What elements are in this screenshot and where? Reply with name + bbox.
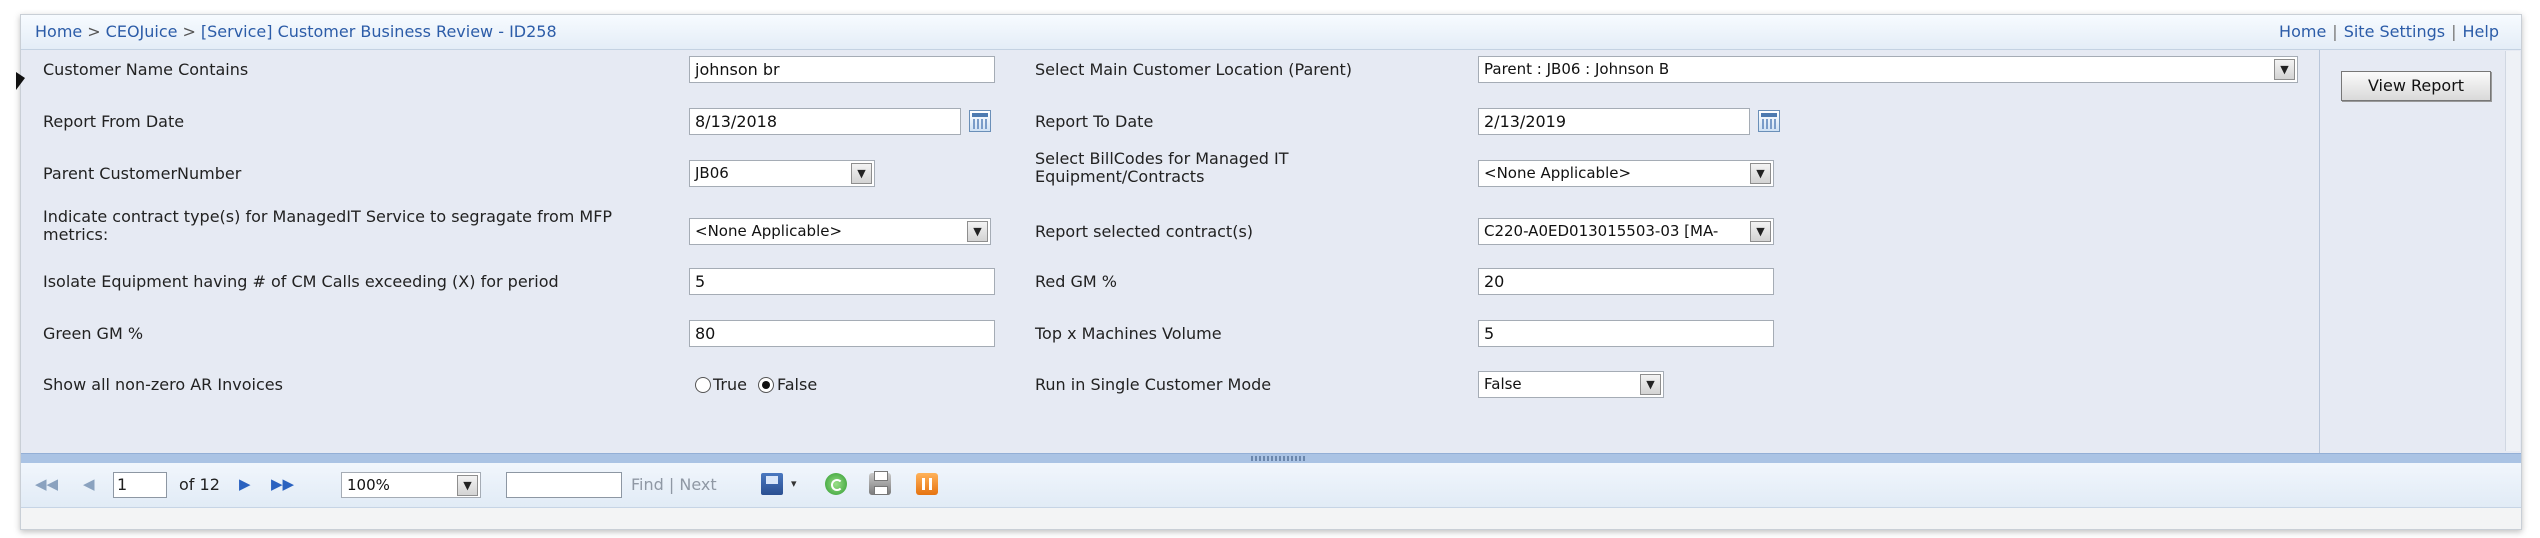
ar-invoices-true-radio[interactable] <box>695 377 711 393</box>
top-links: Home | Site Settings | Help <box>2279 22 2499 41</box>
contract-type-label: Indicate contract type(s) for ManagedIT … <box>43 208 663 244</box>
parent-customer-label: Parent CustomerNumber <box>43 164 242 183</box>
contract-type-value: <None Applicable> <box>695 222 843 240</box>
vertical-scrollbar[interactable] <box>2505 51 2520 451</box>
splitter-grip[interactable] <box>1251 456 1307 461</box>
green-gm-label: Green GM % <box>43 324 144 343</box>
billcodes-label-line2: Equipment/Contracts <box>1035 167 1205 186</box>
chevron-down-icon[interactable]: ▼ <box>1640 374 1661 395</box>
breadcrumb-separator: > <box>87 22 101 41</box>
billcodes-label: Select BillCodes for Managed IT Equipmen… <box>1035 150 1335 186</box>
ar-invoices-label: Show all non-zero AR Invoices <box>43 375 283 394</box>
ar-invoices-false-radio[interactable] <box>758 377 774 393</box>
view-report-button[interactable]: View Report <box>2341 71 2491 101</box>
billcodes-select[interactable]: <None Applicable> ▼ <box>1478 160 1774 187</box>
zoom-select[interactable]: 100% ▼ <box>341 472 481 498</box>
parent-customer-select[interactable]: JB06 ▼ <box>689 160 875 187</box>
help-link[interactable]: Help <box>2463 22 2499 41</box>
find-separator: | <box>668 475 675 494</box>
breadcrumb-page-link[interactable]: [Service] Customer Business Review - ID2… <box>201 22 557 41</box>
single-customer-label: Run in Single Customer Mode <box>1035 375 1272 394</box>
from-date-label: Report From Date <box>43 112 185 131</box>
last-page-button[interactable]: ▶▶ <box>271 475 294 493</box>
ar-invoices-true-label[interactable]: True <box>713 375 747 394</box>
report-toolbar: ◀◀ ◀ 1 of 12 ▶ ▶▶ 100% ▼ Find | Next ▾ <box>21 463 2521 508</box>
page-number-input[interactable]: 1 <box>113 472 167 498</box>
home-link[interactable]: Home <box>2279 22 2326 41</box>
selected-contracts-select[interactable]: C220-A0ED013015503-03 [MA- ▼ <box>1478 218 1774 245</box>
main-location-value: Parent : JB06 : Johnson B <box>1484 60 1670 78</box>
breadcrumb-bar: Home > CEOJuice > [Service] Customer Busines… <box>21 15 2521 50</box>
report-viewer-window: Home > CEOJuice > [Service] Customer Busines… <box>20 14 2522 530</box>
top-x-input[interactable]: 5 <box>1478 320 1774 347</box>
chevron-down-icon[interactable]: ▼ <box>457 475 478 496</box>
top-x-label: Top x Machines Volume <box>1035 324 1222 343</box>
site-settings-link[interactable]: Site Settings <box>2344 22 2445 41</box>
breadcrumb-home-link[interactable]: Home <box>35 22 82 41</box>
selected-contracts-label: Report selected contract(s) <box>1035 222 1254 241</box>
customer-name-input[interactable]: johnson br <box>689 56 995 83</box>
billcodes-value: <None Applicable> <box>1484 164 1632 182</box>
red-gm-label: Red GM % <box>1035 272 1117 291</box>
isolate-equipment-label: Isolate Equipment having # of CM Calls e… <box>43 272 559 291</box>
chevron-down-icon[interactable]: ▼ <box>2274 59 2295 80</box>
next-link[interactable]: Next <box>679 475 716 494</box>
next-page-button[interactable]: ▶ <box>239 475 251 493</box>
green-gm-input[interactable]: 80 <box>689 320 995 347</box>
single-customer-value: False <box>1484 375 1522 393</box>
zoom-value: 100% <box>347 476 390 494</box>
find-link[interactable]: Find <box>631 475 664 494</box>
red-gm-input[interactable]: 20 <box>1478 268 1774 295</box>
customer-name-label: Customer Name Contains <box>43 60 249 79</box>
toplinks-separator: | <box>2332 22 2338 41</box>
toplinks-separator: | <box>2451 22 2457 41</box>
export-icon[interactable] <box>761 473 783 495</box>
contract-type-label-line2: metrics: <box>43 225 109 244</box>
main-location-label: Select Main Customer Location (Parent) <box>1035 60 1352 79</box>
contract-type-select[interactable]: <None Applicable> ▼ <box>689 218 991 245</box>
selected-contracts-value: C220-A0ED013015503-03 [MA- <box>1484 222 1719 240</box>
chevron-down-icon[interactable]: ▼ <box>851 163 872 184</box>
export-dropdown-icon[interactable]: ▾ <box>791 477 797 490</box>
breadcrumb-separator: > <box>182 22 196 41</box>
breadcrumb-site-link[interactable]: CEOJuice <box>106 22 178 41</box>
from-date-input[interactable]: 8/13/2018 <box>689 108 961 135</box>
calendar-icon[interactable] <box>1758 110 1780 132</box>
to-date-input[interactable]: 2/13/2019 <box>1478 108 1750 135</box>
contract-type-label-line1: Indicate contract type(s) for ManagedIT … <box>43 207 613 226</box>
parent-customer-value: JB06 <box>695 164 729 182</box>
to-date-label: Report To Date <box>1035 112 1154 131</box>
first-page-button[interactable]: ◀◀ <box>35 475 58 493</box>
page-count: of 12 <box>179 475 220 494</box>
main-location-select[interactable]: Parent : JB06 : Johnson B ▼ <box>1478 56 2298 83</box>
breadcrumb: Home > CEOJuice > [Service] Customer Busines… <box>35 22 557 41</box>
find-input[interactable] <box>506 472 622 498</box>
panel-divider <box>2319 50 2320 453</box>
refresh-icon[interactable] <box>825 473 847 495</box>
ar-invoices-false-label[interactable]: False <box>777 375 817 394</box>
chevron-down-icon[interactable]: ▼ <box>967 221 988 242</box>
parameters-panel: Customer Name Contains johnson br Select… <box>21 50 2521 453</box>
mouse-cursor-icon <box>16 72 25 90</box>
report-content-area <box>21 508 2521 529</box>
single-customer-select[interactable]: False ▼ <box>1478 371 1664 398</box>
calendar-icon[interactable] <box>969 110 991 132</box>
chevron-down-icon[interactable]: ▼ <box>1750 163 1771 184</box>
billcodes-label-line1: Select BillCodes for Managed IT <box>1035 149 1289 168</box>
isolate-equipment-input[interactable]: 5 <box>689 268 995 295</box>
chevron-down-icon[interactable]: ▼ <box>1750 221 1771 242</box>
find-links: Find | Next <box>631 475 717 494</box>
previous-page-button[interactable]: ◀ <box>83 475 95 493</box>
atom-feed-icon[interactable] <box>916 473 938 495</box>
print-icon[interactable] <box>869 471 891 495</box>
